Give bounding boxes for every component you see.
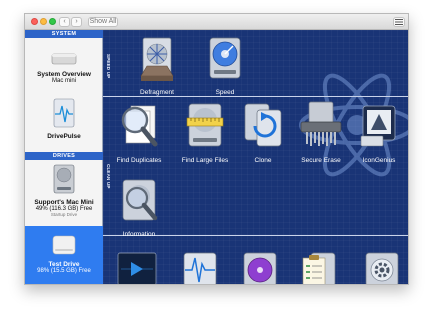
external-drive-icon	[52, 235, 76, 255]
mac-mini-icon	[51, 53, 77, 65]
system-section-header: SYSTEM	[25, 30, 103, 38]
shredder-icon	[300, 101, 342, 146]
drive1-name: Support's Mac Mini	[34, 199, 94, 206]
tool-find-large-files[interactable]: Find Large Files	[175, 100, 235, 164]
speed-label: Speed	[215, 89, 235, 96]
clone-icon	[244, 103, 282, 147]
sidebar-item-drivepulse[interactable]: DrivePulse	[25, 98, 103, 144]
tool-clone[interactable]: Clone	[233, 100, 293, 164]
close-button[interactable]	[31, 18, 38, 25]
list-view-button[interactable]	[393, 17, 405, 27]
information-icon	[122, 179, 158, 221]
defragment-label: Defragment	[140, 89, 174, 96]
drives-section-header: DRIVES	[25, 152, 103, 160]
tool-information[interactable]: Information	[109, 178, 169, 238]
sidebar-item-drive-mac-mini[interactable]: Support's Mac Mini 49% (116.3 GB) Free S…	[25, 162, 103, 218]
drive1-note: Startup Drive	[50, 212, 78, 217]
drive2-name: Test Drive	[48, 261, 80, 268]
speed-icon	[209, 37, 241, 79]
tool-icongenius[interactable]: IconGenius	[349, 100, 408, 164]
speed-up-divider	[103, 96, 408, 97]
disk-icon[interactable]	[243, 252, 277, 285]
ruler-icon	[186, 103, 224, 147]
tool-speed[interactable]: Speed	[195, 36, 255, 96]
back-button[interactable]: ‹	[59, 17, 70, 27]
information-label: Information	[122, 231, 156, 238]
sidebar-item-system-overview[interactable]: System Overview Mac mini	[25, 44, 103, 92]
app-window: ‹ › Show All SYSTEM System Overview Mac …	[24, 13, 409, 285]
zoom-button[interactable]	[49, 18, 56, 25]
secure-erase-label: Secure Erase	[301, 157, 341, 164]
show-all-button[interactable]: Show All	[88, 17, 118, 27]
list-icon	[395, 19, 403, 25]
pulse-icon[interactable]	[183, 252, 217, 285]
sidebar: SYSTEM System Overview Mac mini DrivePul…	[25, 30, 103, 284]
icongenius-label: IconGenius	[362, 157, 396, 164]
system-overview-label: System Overview	[37, 71, 91, 78]
speed-up-section-label: SPEED UP	[106, 53, 111, 79]
tool-secure-erase[interactable]: Secure Erase	[291, 100, 351, 164]
system-overview-subtitle: Mac mini	[51, 78, 76, 84]
sidebar-item-drive-test[interactable]: Test Drive 98% (15.5 GB) Free	[25, 226, 103, 284]
minimize-button[interactable]	[40, 18, 47, 25]
title-bar: ‹ › Show All	[25, 14, 408, 30]
magnifier-icon	[121, 105, 158, 147]
tool-find-duplicates[interactable]: Find Duplicates	[109, 100, 169, 164]
find-duplicates-label: Find Duplicates	[116, 157, 162, 164]
icongenius-icon	[360, 105, 396, 147]
monitor-icon[interactable]	[117, 252, 157, 285]
defragment-icon	[140, 37, 174, 81]
gear-icon[interactable]	[365, 252, 399, 285]
forward-button[interactable]: ›	[71, 17, 82, 27]
drive2-free-space: 98% (15.5 GB) Free	[37, 268, 91, 274]
drivepulse-label: DrivePulse	[47, 133, 81, 140]
tool-defragment[interactable]: Defragment	[127, 36, 187, 96]
clone-label: Clone	[254, 157, 272, 164]
checklist-icon[interactable]	[301, 252, 337, 285]
find-large-files-label: Find Large Files	[181, 157, 229, 164]
drivepulse-icon	[53, 98, 75, 128]
tools-panel: SPEED UP CLEAN UP Defragment Speed Find …	[103, 30, 408, 285]
hard-drive-icon	[53, 164, 75, 194]
